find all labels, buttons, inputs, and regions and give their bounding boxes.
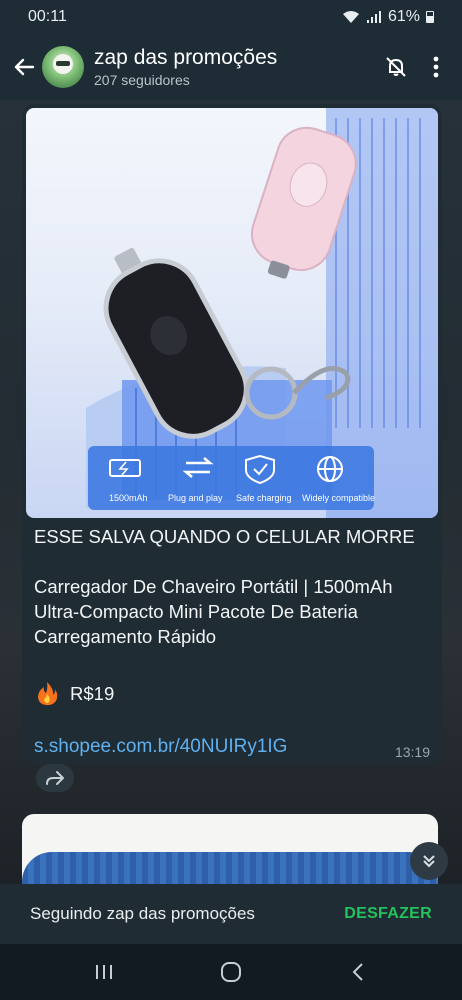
forward-icon bbox=[46, 771, 64, 785]
followers-count: 207 seguidores bbox=[94, 72, 190, 88]
message-bubble[interactable]: 1500mAh Plug and play Safe charging Wide… bbox=[22, 104, 442, 764]
back-nav-button[interactable] bbox=[338, 952, 378, 992]
undo-button[interactable]: DESFAZER bbox=[344, 905, 432, 923]
home-button[interactable] bbox=[211, 952, 251, 992]
channel-title-block[interactable]: zap das promoções 207 seguidores bbox=[94, 46, 376, 88]
status-bar: 00:11 61% bbox=[0, 0, 462, 34]
channel-avatar[interactable] bbox=[42, 46, 84, 88]
fire-icon bbox=[38, 682, 58, 706]
back-button[interactable] bbox=[6, 47, 42, 87]
price: R$19 bbox=[70, 682, 115, 704]
more-vertical-icon bbox=[433, 56, 439, 78]
follow-status-bar: Seguindo zap das promoções DESFAZER bbox=[0, 884, 462, 944]
status-icons: 61% bbox=[342, 8, 434, 26]
chat-area[interactable]: 1500mAh Plug and play Safe charging Wide… bbox=[0, 100, 462, 884]
double-chevron-down-icon bbox=[423, 855, 435, 868]
home-icon bbox=[220, 962, 241, 982]
back-arrow-icon bbox=[14, 58, 35, 76]
more-options-button[interactable] bbox=[416, 47, 456, 87]
mute-notifications-button[interactable] bbox=[376, 47, 416, 87]
next-message-preview[interactable] bbox=[22, 814, 438, 884]
next-product-image bbox=[22, 852, 438, 884]
channel-header: zap das promoções 207 seguidores bbox=[0, 34, 462, 100]
forward-button[interactable] bbox=[36, 764, 74, 792]
signal-icon bbox=[366, 11, 381, 23]
feature-label-1: 1500mAh bbox=[109, 493, 148, 503]
price-line: R$19 bbox=[34, 680, 114, 706]
feature-label-4: Widely compatible bbox=[302, 493, 375, 503]
system-nav-bar bbox=[0, 944, 462, 1000]
scroll-to-bottom-button[interactable] bbox=[410, 842, 448, 880]
product-illustration: 1500mAh Plug and play Safe charging Wide… bbox=[86, 108, 438, 518]
chevron-left-icon bbox=[352, 963, 364, 981]
message-time: 13:19 bbox=[394, 744, 430, 760]
product-link[interactable]: s.shopee.com.br/40NUIRy1IG bbox=[34, 736, 287, 758]
battery-icon bbox=[426, 11, 434, 23]
feature-label-3: Safe charging bbox=[236, 493, 292, 503]
message-headline: ESSE SALVA QUANDO O CELULAR MORRE bbox=[34, 526, 415, 547]
message-description: Carregador De Chaveiro Portátil | 1500mA… bbox=[34, 576, 393, 647]
recent-apps-button[interactable] bbox=[84, 952, 124, 992]
wifi-icon bbox=[342, 11, 359, 23]
product-image[interactable]: 1500mAh Plug and play Safe charging Wide… bbox=[26, 108, 438, 518]
bell-off-icon bbox=[386, 57, 406, 77]
battery-percent: 61% bbox=[387, 8, 420, 25]
recent-apps-icon bbox=[95, 965, 112, 979]
status-time: 00:11 bbox=[28, 8, 67, 25]
follow-status-text: Seguindo zap das promoções bbox=[30, 904, 255, 923]
channel-name: zap das promoções bbox=[94, 46, 278, 69]
feature-label-2: Plug and play bbox=[168, 493, 223, 503]
